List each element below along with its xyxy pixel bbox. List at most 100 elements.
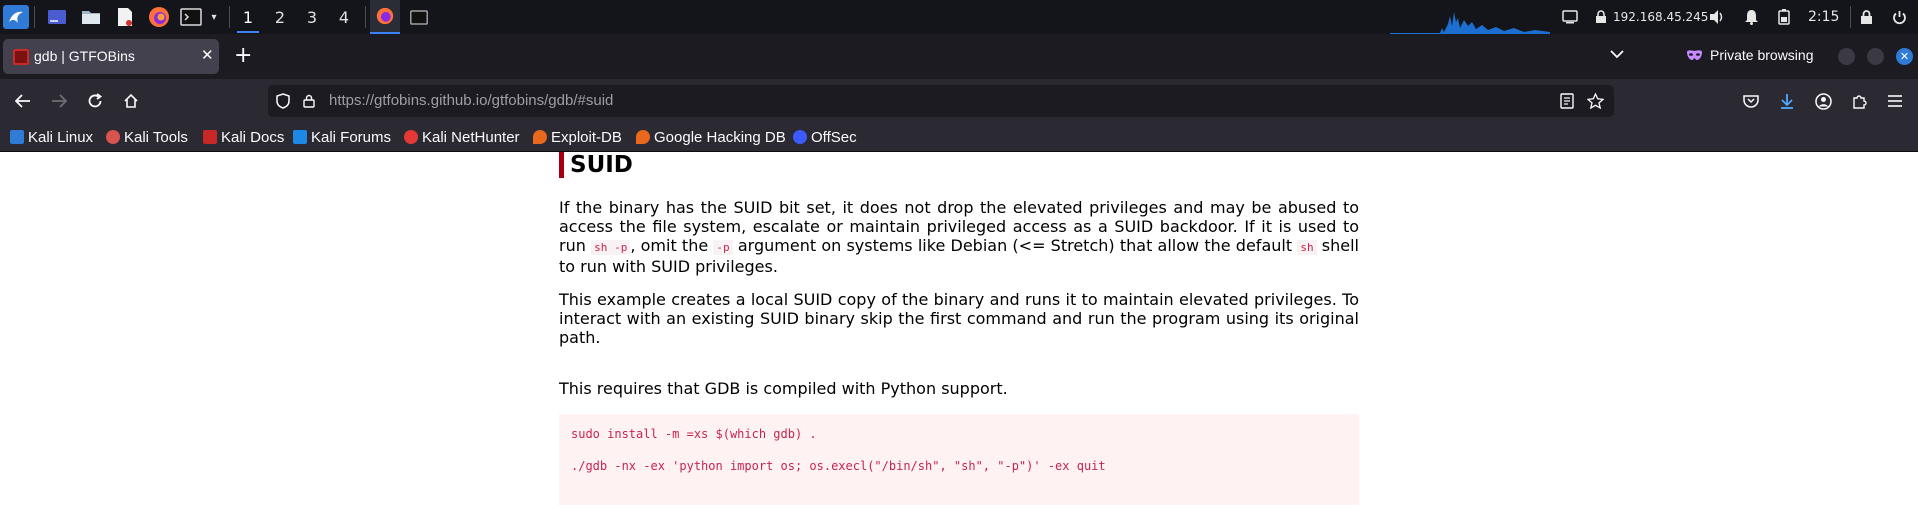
bookmark-kali-forums[interactable]: Kali Forums xyxy=(293,127,391,147)
terminal-window-button[interactable] xyxy=(404,0,434,34)
ip-address: 192.168.45.245 xyxy=(1613,10,1709,24)
kali-menu-icon[interactable] xyxy=(3,5,29,29)
suid-description-paragraph: If the binary has the SUID bit set, it d… xyxy=(559,198,1359,276)
clock[interactable]: 2:15 xyxy=(1808,0,1839,34)
workspace-2-label: 2 xyxy=(274,7,286,27)
extensions-button[interactable] xyxy=(1846,88,1872,114)
close-window-button[interactable]: ✕ xyxy=(1896,48,1913,65)
reload-icon xyxy=(88,93,103,108)
maximize-button[interactable] xyxy=(1867,48,1884,65)
inline-code-sh: sh xyxy=(1297,240,1317,255)
site-security-lock-icon[interactable] xyxy=(300,92,318,110)
workspace-3[interactable]: 3 xyxy=(297,0,327,34)
tab-title: gdb | GTFOBins xyxy=(34,48,135,64)
workspace-2[interactable]: 2 xyxy=(265,0,295,34)
url-path: /gtfobins/gdb/#suid xyxy=(487,92,614,109)
workspace-1[interactable]: 1 xyxy=(233,0,263,34)
firefox-window-button[interactable] xyxy=(370,0,400,34)
bookmark-label: Kali NetHunter xyxy=(422,128,520,146)
forward-button[interactable] xyxy=(46,88,72,114)
code-block[interactable]: sudo install -m =xs $(which gdb) . ./gdb… xyxy=(559,414,1359,505)
account-icon xyxy=(1814,92,1832,110)
bookmark-label: Kali Forums xyxy=(311,128,392,146)
bookmarks-toolbar: Kali Linux Kali Tools Kali Docs Kali For… xyxy=(0,122,1918,152)
bookmark-label: OffSec xyxy=(811,128,857,146)
hamburger-menu-icon xyxy=(1888,95,1902,107)
tracking-protection-shield-icon[interactable] xyxy=(274,92,292,110)
suid-example-paragraph: This example creates a local SUID copy o… xyxy=(559,290,1359,347)
lock-screen-icon[interactable] xyxy=(1860,0,1873,34)
kali-logo-icon xyxy=(10,130,24,144)
terminal-launcher-icon[interactable] xyxy=(178,5,204,29)
show-desktop-icon[interactable] xyxy=(44,5,70,29)
url-host: https://gtfobins.github.io xyxy=(329,92,488,109)
taskbar: ▾ 1 2 3 4 192.168.45.245 2:15 xyxy=(0,0,1918,34)
bookmark-google-hacking-db[interactable]: Google Hacking DB xyxy=(636,127,786,147)
nethunter-icon xyxy=(404,130,418,144)
text-editor-icon[interactable] xyxy=(112,5,138,29)
suid-text-2: , omit the xyxy=(630,236,714,255)
page-content: SUID If the binary has the SUID bit set,… xyxy=(0,152,1918,505)
puzzle-icon xyxy=(1853,95,1867,109)
app-menu-button[interactable] xyxy=(1882,88,1908,114)
clock-label: 2:15 xyxy=(1808,9,1840,25)
workspace-4[interactable]: 4 xyxy=(329,0,359,34)
kali-forums-icon xyxy=(293,130,307,144)
download-arrow-icon xyxy=(1781,94,1793,109)
url-text: https://gtfobins.github.io/gtfobins/gdb/… xyxy=(329,92,613,109)
suid-text-3: argument on systems like Debian (<= Stre… xyxy=(732,236,1298,255)
pocket-icon xyxy=(1743,95,1759,108)
bookmark-offsec[interactable]: OffSec xyxy=(793,127,857,147)
bookmark-exploit-db[interactable]: Exploit-DB xyxy=(533,127,622,147)
tab-gdb-gtfobins[interactable]: gdb | GTFOBins ✕ xyxy=(3,39,219,74)
network-lock-icon xyxy=(1596,10,1606,23)
bookmark-star-icon[interactable] xyxy=(1586,92,1604,110)
network-status[interactable]: 192.168.45.245 xyxy=(1594,0,1708,34)
url-bar[interactable]: https://gtfobins.github.io/gtfobins/gdb/… xyxy=(268,85,1614,117)
bookmark-kali-docs[interactable]: Kali Docs xyxy=(203,127,284,147)
bookmark-label: Kali Tools xyxy=(124,128,188,146)
pocket-button[interactable] xyxy=(1738,88,1764,114)
bookmark-kali-nethunter[interactable]: Kali NetHunter xyxy=(404,127,520,147)
inline-code-sh-p: sh -p xyxy=(591,240,631,255)
account-button[interactable] xyxy=(1810,88,1836,114)
bookmark-kali-linux[interactable]: Kali Linux xyxy=(10,127,93,147)
volume-icon[interactable] xyxy=(1708,0,1726,34)
battery-icon[interactable] xyxy=(1778,0,1790,34)
section-heading-suid: SUID xyxy=(559,152,633,178)
back-arrow-icon xyxy=(15,94,30,108)
power-icon[interactable] xyxy=(1892,0,1907,34)
list-all-tabs-icon[interactable] xyxy=(1610,47,1624,63)
kali-tools-icon xyxy=(106,130,120,144)
notification-bell-icon[interactable] xyxy=(1744,0,1759,34)
private-browsing-label: Private browsing xyxy=(1710,47,1814,63)
display-icon[interactable] xyxy=(1562,0,1578,34)
forward-arrow-icon xyxy=(52,94,67,108)
bookmark-label: Kali Docs xyxy=(221,128,285,146)
downloads-button[interactable] xyxy=(1774,88,1800,114)
tab-close-icon[interactable]: ✕ xyxy=(201,46,214,64)
offsec-icon xyxy=(793,130,807,144)
minimize-button[interactable] xyxy=(1838,48,1855,65)
bookmark-label: Google Hacking DB xyxy=(654,128,786,146)
tab-strip: gdb | GTFOBins ✕ + Private browsing ✕ xyxy=(0,34,1918,79)
inline-code-p-flag: -p xyxy=(713,240,733,255)
back-button[interactable] xyxy=(10,88,36,114)
workspace-4-label: 4 xyxy=(338,7,350,27)
private-mask-icon xyxy=(1687,50,1702,60)
workspace-3-label: 3 xyxy=(306,7,318,27)
reload-button[interactable] xyxy=(82,88,108,114)
python-requirement-paragraph: This requires that GDB is compiled with … xyxy=(559,379,1008,398)
workspace-1-label: 1 xyxy=(242,7,254,27)
gtfobins-favicon-icon xyxy=(13,49,29,65)
navigation-toolbar: https://gtfobins.github.io/gtfobins/gdb/… xyxy=(0,79,1918,122)
code-line-2: ./gdb -nx -ex 'python import os; os.exec… xyxy=(571,459,1106,473)
home-button[interactable] xyxy=(118,88,144,114)
new-tab-button[interactable]: + xyxy=(234,45,252,67)
bookmark-kali-tools[interactable]: Kali Tools xyxy=(106,127,188,147)
firefox-launcher-icon[interactable] xyxy=(146,5,172,29)
home-icon xyxy=(124,93,138,108)
file-manager-icon[interactable] xyxy=(78,5,104,29)
launcher-dropdown-icon[interactable]: ▾ xyxy=(206,0,222,34)
reader-view-icon[interactable] xyxy=(1558,92,1576,110)
